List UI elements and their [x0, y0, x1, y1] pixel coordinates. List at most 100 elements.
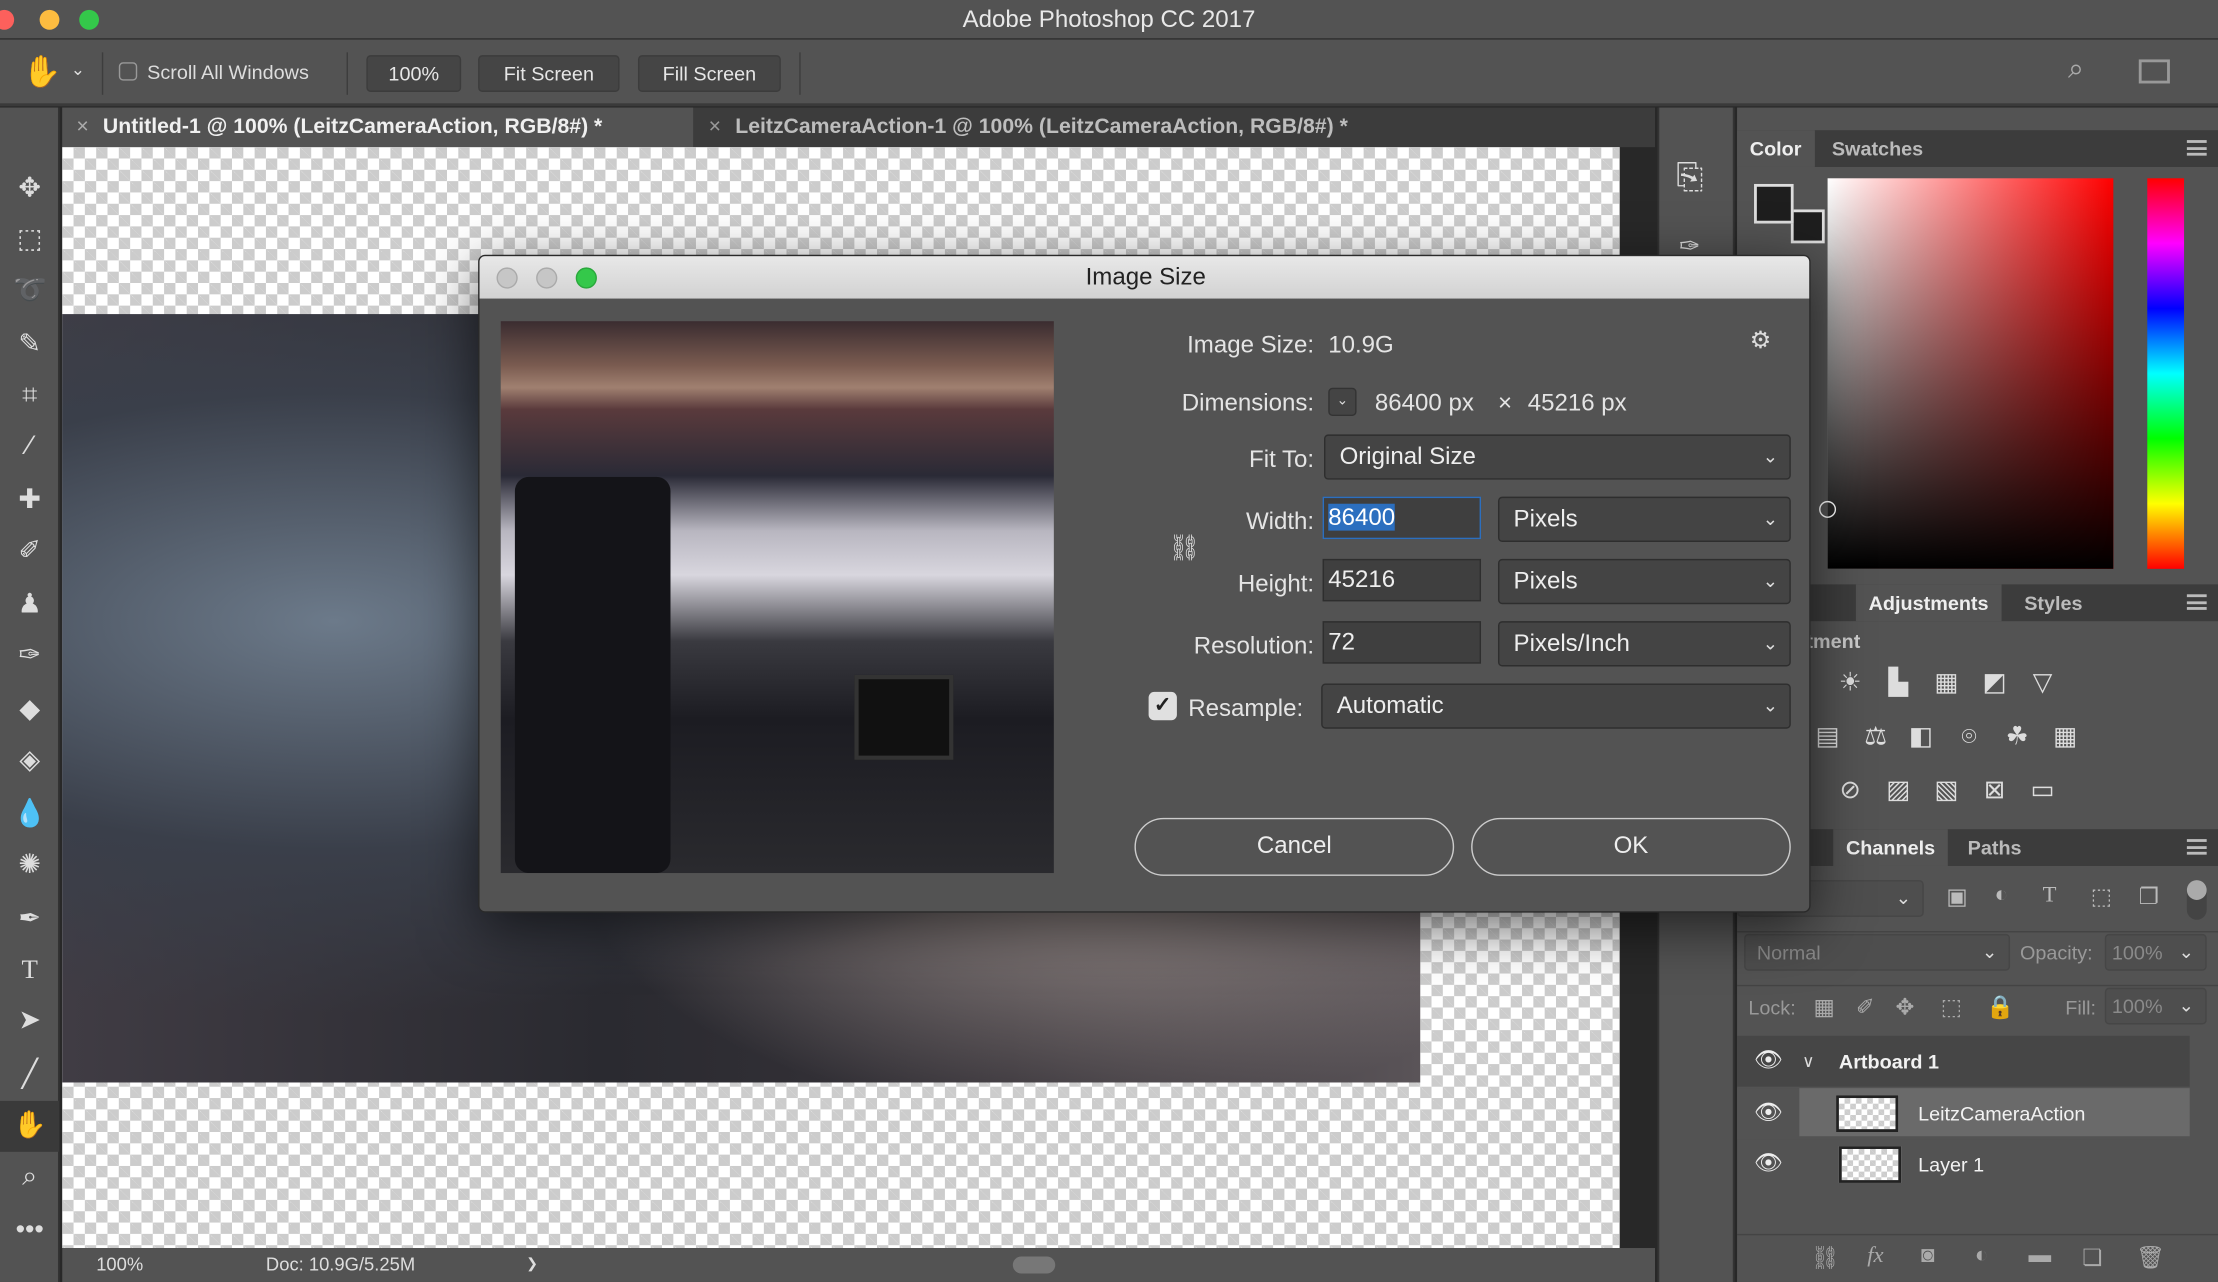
close-tab-icon[interactable]: ×	[76, 115, 88, 139]
hue-slider[interactable]	[2147, 178, 2185, 569]
invert-icon[interactable]: ⊘	[1833, 775, 1867, 803]
tab-color[interactable]: Color	[1737, 130, 1815, 167]
new-group-icon[interactable]: ▬	[2028, 1244, 2051, 1269]
search-icon[interactable]: ⌕	[2068, 54, 2084, 87]
dimensions-units-dropdown[interactable]: ⌄	[1328, 387, 1357, 417]
filter-smart-object-icon[interactable]: ❐	[2139, 883, 2159, 911]
panel-menu-icon[interactable]	[2186, 594, 2207, 610]
crop-tool-icon[interactable]: ⌗	[0, 371, 59, 422]
scroll-all-windows-checkbox[interactable]	[118, 62, 138, 81]
opacity-field[interactable]: 100% ⌄	[2104, 933, 2207, 971]
tab-channels[interactable]: Channels	[1833, 829, 1948, 866]
more-tools-icon[interactable]: •••	[0, 1206, 59, 1257]
cancel-button[interactable]: Cancel	[1134, 817, 1455, 876]
lasso-tool-icon[interactable]: ➰	[0, 266, 59, 317]
workspace-icon[interactable]	[2138, 59, 2170, 84]
gradient-map-icon[interactable]: ▭	[2026, 775, 2060, 803]
eyedropper-tool-icon[interactable]: ⁄	[0, 422, 59, 473]
panel-menu-icon[interactable]	[2186, 140, 2207, 156]
zoom-100-button[interactable]: 100%	[366, 55, 462, 92]
visibility-eye-icon[interactable]: 👁	[1754, 1036, 1783, 1087]
new-layer-icon[interactable]: ❏	[2082, 1244, 2102, 1272]
visibility-eye-icon[interactable]: 👁	[1754, 1088, 1783, 1139]
eraser-tool-icon[interactable]: ◆	[0, 685, 59, 736]
resample-checkbox[interactable]: ✓	[1148, 691, 1177, 721]
blend-mode-select[interactable]: Normal ⌄	[1744, 933, 2011, 971]
filter-adjustment-icon[interactable]: ◐	[1995, 883, 2009, 908]
path-selection-tool-icon[interactable]: ➤	[0, 996, 59, 1047]
lock-image-icon[interactable]: ✐	[1856, 993, 1875, 1021]
history-brush-tool-icon[interactable]: ✑	[0, 631, 59, 682]
visibility-eye-icon[interactable]: 👁	[1754, 1139, 1783, 1190]
tab-adjustments[interactable]: Adjustments	[1855, 584, 2002, 622]
fit-to-select[interactable]: Original Size ⌄	[1324, 434, 1791, 480]
selective-color-icon[interactable]: ⊠	[1978, 775, 2012, 803]
color-picker-cursor[interactable]	[1819, 500, 1837, 518]
hand-tool-icon[interactable]: ✋	[0, 1100, 60, 1152]
lock-all-icon[interactable]: 🔒	[1986, 993, 2014, 1021]
hand-tool-icon[interactable]: ✋	[23, 54, 62, 91]
height-unit-select[interactable]: Pixels ⌄	[1497, 558, 1791, 605]
color-balance-icon[interactable]: ⚖	[1859, 722, 1893, 750]
tab-swatches[interactable]: Swatches	[1819, 130, 1936, 167]
filter-type-icon[interactable]: T	[2043, 883, 2057, 908]
horizontal-scrollbar[interactable]	[1012, 1256, 1056, 1274]
lock-artboard-icon[interactable]: ⬚	[1941, 993, 1962, 1021]
curves-icon[interactable]: ▦	[1929, 668, 1963, 696]
tab-styles[interactable]: Styles	[2011, 584, 2095, 621]
brush-tool-icon[interactable]: ✐	[0, 526, 59, 577]
constrain-proportions-link-icon[interactable]: ⛓	[1168, 533, 1200, 563]
dialog-close-button[interactable]	[496, 267, 518, 289]
fit-screen-button[interactable]: Fit Screen	[478, 55, 620, 92]
posterize-icon[interactable]: ▨	[1881, 775, 1915, 803]
fill-screen-button[interactable]: Fill Screen	[637, 55, 781, 92]
link-layers-icon[interactable]: ⛓	[1811, 1244, 1840, 1272]
expand-chevron-icon[interactable]: ∨	[1802, 1036, 1814, 1087]
color-field[interactable]	[1819, 178, 2114, 569]
tab-paths[interactable]: Paths	[1955, 829, 2034, 866]
image-preview[interactable]	[500, 321, 1054, 874]
status-menu-arrow[interactable]: ❯	[526, 1248, 538, 1282]
filter-shape-icon[interactable]: ⬚	[2091, 883, 2112, 911]
hue-saturation-icon[interactable]: ▤	[1811, 722, 1845, 750]
tool-preset-chevron-icon[interactable]: ⌄	[71, 59, 85, 79]
zoom-window-button[interactable]	[79, 9, 100, 30]
move-tool-icon[interactable]: ✥	[0, 164, 59, 215]
lock-transparent-icon[interactable]: ▦	[1813, 993, 1834, 1021]
foreground-color-swatch[interactable]	[1754, 183, 1794, 224]
marquee-tool-icon[interactable]: ⬚	[0, 215, 59, 266]
line-tool-icon[interactable]: ╱	[0, 1050, 59, 1101]
threshold-icon[interactable]: ▧	[1929, 775, 1963, 803]
dialog-minimize-button[interactable]	[536, 267, 558, 289]
fill-field[interactable]: 100% ⌄	[2104, 987, 2207, 1025]
channel-mixer-icon[interactable]: ☘	[2000, 722, 2034, 750]
layer-row-artboard[interactable]: 👁 ∨ Artboard 1	[1737, 1035, 2190, 1087]
layer-row-layer-1[interactable]: 👁 Layer 1	[1737, 1139, 2190, 1190]
panel-menu-icon[interactable]	[2186, 839, 2207, 855]
width-unit-select[interactable]: Pixels ⌄	[1497, 496, 1791, 542]
quick-selection-tool-icon[interactable]: ✎	[0, 320, 59, 371]
clone-stamp-tool-icon[interactable]: ♟	[0, 580, 59, 631]
new-adjustment-layer-icon[interactable]: ◐	[1975, 1244, 1989, 1269]
resolution-unit-select[interactable]: Pixels/Inch ⌄	[1497, 621, 1791, 667]
healing-brush-tool-icon[interactable]: ✚	[0, 475, 59, 526]
filter-pixel-icon[interactable]: ▣	[1946, 883, 1967, 911]
add-mask-icon[interactable]: ◙	[1921, 1244, 1935, 1269]
ok-button[interactable]: OK	[1471, 817, 1791, 876]
resample-select[interactable]: Automatic ⌄	[1321, 683, 1791, 729]
tab-leitzcameraaction-1[interactable]: × LeitzCameraAction-1 @ 100% (LeitzCamera…	[695, 108, 1487, 148]
lock-position-icon[interactable]: ✥	[1895, 993, 1914, 1021]
vibrance-icon[interactable]: ▽	[2026, 668, 2060, 696]
photo-filter-icon[interactable]: ⌾	[1952, 722, 1986, 750]
paint-bucket-tool-icon[interactable]: ◈	[0, 736, 59, 787]
layer-row-leitzcameraaction[interactable]: 👁 LeitzCameraAction	[1737, 1088, 2190, 1140]
tab-untitled-1[interactable]: × Untitled-1 @ 100% (LeitzCameraAction, R…	[62, 107, 694, 148]
filter-toggle[interactable]	[2186, 880, 2207, 920]
delete-layer-icon[interactable]: 🗑	[2136, 1244, 2165, 1272]
dialog-zoom-button[interactable]	[575, 267, 597, 289]
history-panel-icon[interactable]: ⎘	[1676, 158, 1703, 198]
resolution-input[interactable]: 72	[1322, 621, 1482, 664]
zoom-level[interactable]: 100%	[96, 1248, 143, 1282]
layer-style-icon[interactable]: fx	[1867, 1244, 1883, 1269]
type-tool-icon[interactable]: T	[0, 945, 59, 996]
